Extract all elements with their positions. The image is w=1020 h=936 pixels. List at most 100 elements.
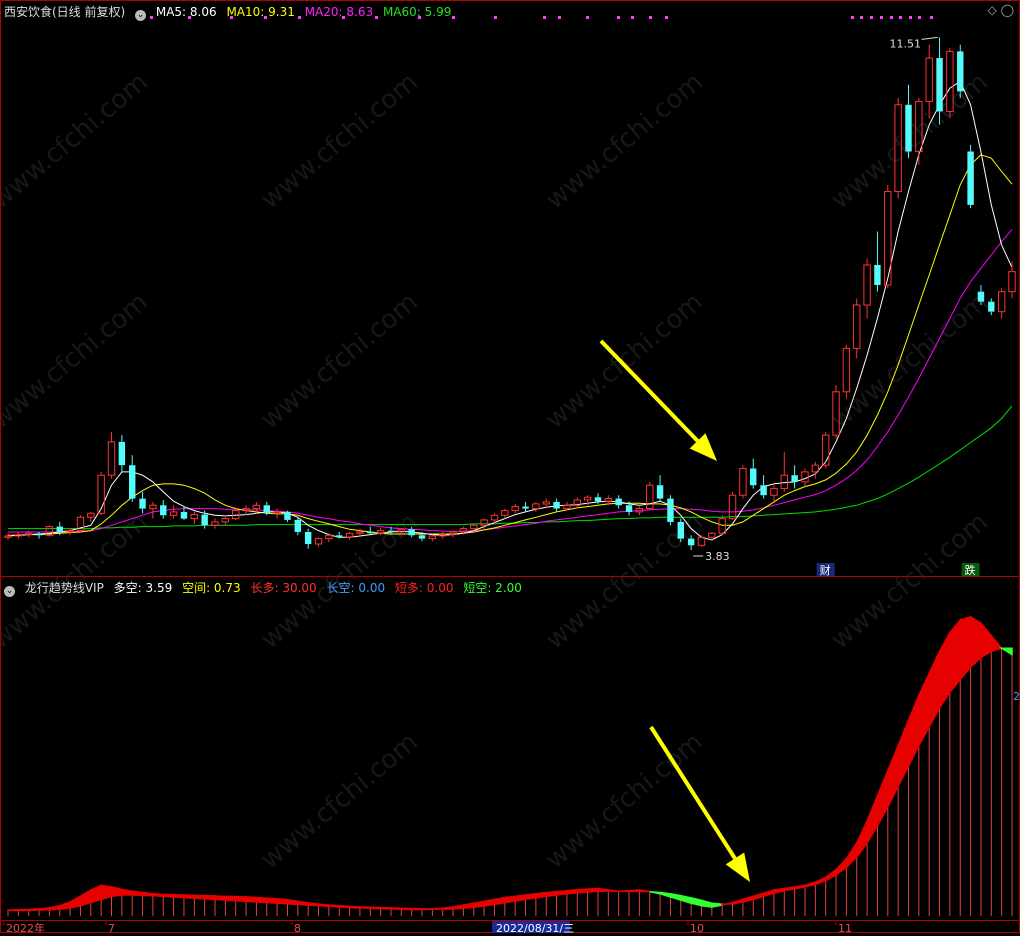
candle-up xyxy=(728,491,737,520)
signal-dot xyxy=(909,16,912,19)
candle-body xyxy=(957,51,964,92)
signal-dot xyxy=(880,16,883,19)
candle-up xyxy=(345,531,354,540)
x-axis-label: 8 xyxy=(294,922,301,933)
watermark-text: www.cfchi.com xyxy=(540,287,709,435)
ribbon-bull xyxy=(183,894,196,899)
candle-up xyxy=(242,505,250,516)
ribbon-bull xyxy=(990,633,1003,653)
ribbon-bull xyxy=(410,907,423,911)
candle-body xyxy=(252,504,261,510)
ribbon-bull xyxy=(504,895,516,904)
ma10-line xyxy=(8,154,1013,536)
ribbon-bull xyxy=(618,889,630,893)
ma60-value: MA60: 5.99 xyxy=(382,5,452,19)
candle-body xyxy=(801,471,809,483)
ribbon-bull xyxy=(38,907,51,911)
candle-up xyxy=(997,288,1006,319)
indicator-title[interactable]: 龙行趋势线VIP xyxy=(25,581,104,595)
ribbon-bull xyxy=(576,888,589,894)
ribbon-bull xyxy=(514,894,527,902)
candle-up xyxy=(780,451,788,492)
side-value: 2 xyxy=(1013,690,1020,703)
candle-body xyxy=(408,529,415,536)
candle-up xyxy=(697,535,706,547)
candle-up xyxy=(232,508,240,520)
x-axis-label: 2022年 xyxy=(6,921,45,933)
ribbon-bull xyxy=(555,889,568,896)
candle-down xyxy=(677,518,684,542)
candle-up xyxy=(490,513,499,524)
candle-down xyxy=(905,84,912,159)
candle-body xyxy=(107,441,116,476)
stock-title[interactable]: 西安饮食(日线 前复权) xyxy=(4,5,125,19)
candle-body xyxy=(604,498,613,502)
candle-up xyxy=(770,485,778,502)
candle-body xyxy=(449,531,457,536)
ribbon-bull xyxy=(276,897,289,905)
ribbon-bull xyxy=(59,900,71,911)
candle-up xyxy=(532,501,540,512)
duokong-value: 多空: 3.59 xyxy=(113,581,173,595)
ribbon-bull xyxy=(79,888,92,907)
candle-body xyxy=(367,531,374,534)
watermark-text: www.cfchi.com xyxy=(540,727,709,875)
ribbon-bull xyxy=(887,745,899,808)
candle-body xyxy=(884,191,892,286)
circle-icon[interactable]: ◯ xyxy=(1001,3,1014,17)
candle-up xyxy=(273,508,281,519)
ribbon-bull xyxy=(390,907,403,910)
ribbon-bull xyxy=(918,673,930,746)
ribbon-bull xyxy=(845,840,858,870)
candle-body xyxy=(646,484,654,510)
candle-up xyxy=(511,503,519,514)
settings-icon[interactable]: ⌄ xyxy=(4,586,15,597)
ribbon-bull xyxy=(897,720,910,787)
candle-body xyxy=(739,468,747,496)
watermark-text: www.cfchi.com xyxy=(255,67,424,215)
ribbon-bear xyxy=(690,896,703,907)
signal-dot xyxy=(649,16,652,19)
watermark-text: www.cfchi.com xyxy=(255,727,424,875)
ribbon-bear xyxy=(649,890,661,895)
candle-down xyxy=(760,475,767,499)
candle-body xyxy=(677,521,684,539)
ribbon-bull xyxy=(483,898,496,907)
candle-up xyxy=(76,515,85,532)
candle-body xyxy=(936,58,943,112)
ribbon-bull xyxy=(17,908,30,912)
diamond-icon[interactable]: ◇ xyxy=(988,3,997,17)
x-axis-label: 11 xyxy=(838,922,852,933)
x-axis-label: 10 xyxy=(690,922,704,933)
ribbon-bull xyxy=(835,856,848,877)
watermark-text: www.cfchi.com xyxy=(0,67,154,215)
candle-up xyxy=(325,533,333,542)
ribbon-bull xyxy=(793,884,806,890)
candle-body xyxy=(625,505,633,512)
candle-body xyxy=(728,494,737,520)
candle-body xyxy=(542,501,550,505)
ribbon-bull xyxy=(48,904,61,911)
candle-down xyxy=(750,458,757,489)
candle-down xyxy=(118,435,126,472)
signal-dot xyxy=(494,16,497,19)
die-badge: 跌 xyxy=(965,563,976,577)
signal-dot xyxy=(890,16,893,19)
ribbon-bull xyxy=(742,895,754,903)
ribbon-bull xyxy=(752,892,765,901)
candle-body xyxy=(263,505,270,514)
signal-dot xyxy=(918,16,921,19)
ribbon-bull xyxy=(193,894,206,900)
candle-up xyxy=(4,533,12,540)
candle-body xyxy=(905,104,912,152)
ribbon-bull xyxy=(27,908,40,912)
candle-up xyxy=(646,481,654,511)
candle-body xyxy=(863,264,871,306)
settings-icon[interactable]: ⌄ xyxy=(135,10,147,21)
watermark-text: www.cfchi.com xyxy=(825,287,994,435)
ribbon-bull xyxy=(110,885,123,898)
candle-body xyxy=(211,521,219,526)
ribbon-bull xyxy=(855,820,868,860)
ribbon-bull xyxy=(566,888,579,895)
price-panel-header: 西安饮食(日线 前复权) ⌄ MA5: 8.06 MA10: 9.31 MA20… xyxy=(4,2,457,22)
